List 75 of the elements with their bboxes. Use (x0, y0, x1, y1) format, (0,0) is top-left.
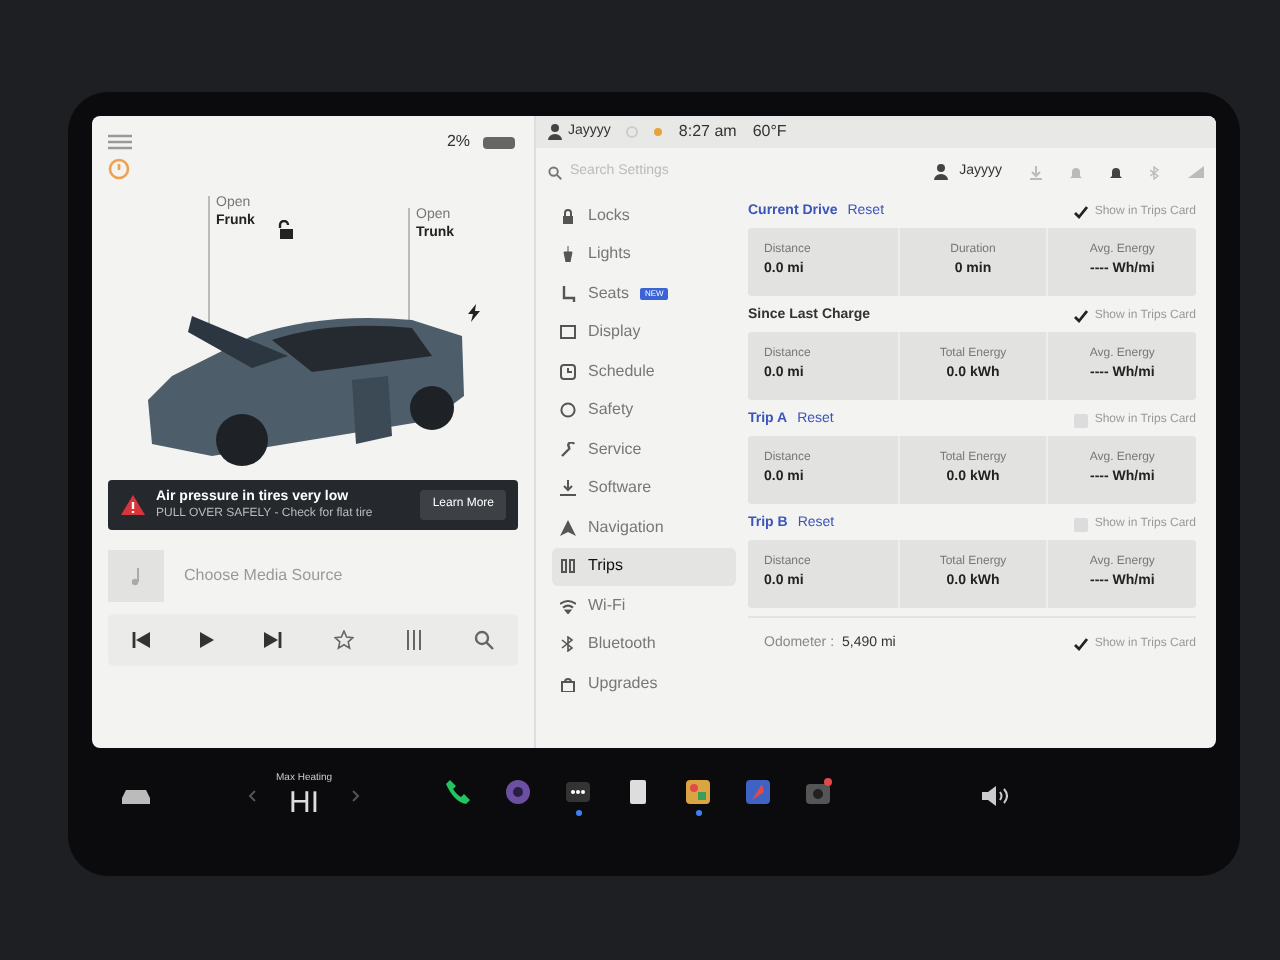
more-icon[interactable] (564, 777, 593, 805)
settings-menu-item[interactable]: Wi-Fi (552, 586, 736, 625)
settings-menu-item[interactable]: Service (552, 430, 736, 469)
warning-icon (120, 494, 146, 516)
menu-label: Bluetooth (588, 632, 656, 657)
settings-menu-item[interactable]: Display (552, 313, 736, 352)
charge-bolt-icon[interactable] (468, 304, 480, 322)
dashcam-icon[interactable] (804, 777, 833, 805)
seat-icon (560, 285, 576, 302)
clock-icon (560, 363, 576, 380)
menu-label: Lights (588, 242, 631, 267)
outside-temperature: 60°F (752, 120, 787, 144)
bell-icon[interactable] (1110, 165, 1122, 179)
volume-icon[interactable] (982, 786, 1008, 806)
battery-percent: 2% (446, 130, 470, 154)
media-source-label[interactable]: Choose Media Source (184, 564, 343, 588)
phone-icon[interactable] (444, 777, 473, 805)
toybox-icon[interactable] (684, 777, 713, 805)
map-icon[interactable] (744, 777, 773, 805)
menu-label: Navigation (588, 515, 664, 540)
search-icon (548, 165, 562, 179)
settings-menu-item[interactable]: Bluetooth (552, 625, 736, 664)
bluetooth-icon (560, 636, 576, 653)
star-icon[interactable] (333, 630, 354, 650)
status-indicator-icon (626, 126, 639, 138)
music-note-icon (130, 567, 142, 585)
settings-menu-item[interactable]: Navigation (552, 508, 736, 547)
equalizer-icon[interactable] (403, 630, 424, 650)
download-icon (560, 480, 576, 497)
climate-temperature[interactable]: HI (289, 787, 320, 820)
temp-down-chevron-icon[interactable] (248, 790, 256, 802)
lamp-icon (560, 246, 576, 263)
settings-menu-item[interactable]: Schedule (552, 352, 736, 391)
menu-label: Software (588, 476, 652, 501)
menu-label: Seats (588, 281, 629, 306)
menu-label: Service (588, 437, 642, 462)
trips-icon (560, 558, 576, 575)
next-track-icon[interactable] (264, 632, 283, 648)
menu-label: Upgrades (588, 671, 658, 696)
wifi-icon (560, 597, 576, 614)
menu-label: Safety (588, 398, 634, 423)
settings-menu-item[interactable]: Safety (552, 391, 736, 430)
unlocked-padlock-icon[interactable] (276, 220, 294, 240)
settings-menu-item[interactable]: Locks (552, 196, 736, 235)
menu-label: Wi-Fi (588, 593, 626, 618)
signal-icon (1188, 166, 1204, 178)
screen-icon (560, 324, 576, 341)
wrench-icon (560, 441, 576, 458)
settings-menu-item[interactable]: Upgrades (552, 664, 736, 703)
menu-label: Trips (588, 554, 623, 579)
checkbox[interactable] (1074, 205, 1089, 219)
circle-icon (560, 402, 576, 419)
settings-menu-item[interactable]: Software (552, 469, 736, 508)
clock-time: 8:27 am (678, 120, 737, 144)
settings-menu-item[interactable]: Lights (552, 235, 736, 274)
previous-track-icon[interactable] (132, 632, 150, 648)
lock-icon (560, 207, 576, 224)
menu-label: Locks (588, 203, 630, 228)
tire-warning-icon (108, 158, 130, 180)
play-icon[interactable] (200, 632, 215, 648)
camera-lens-icon[interactable] (504, 777, 533, 805)
user-icon (933, 164, 948, 180)
checkbox[interactable] (1074, 309, 1089, 323)
navigation-arrow-icon (560, 519, 576, 536)
battery-icon (482, 135, 518, 149)
menu-label: Display (588, 320, 641, 345)
menu-icon[interactable] (108, 134, 132, 150)
temp-up-chevron-icon[interactable] (352, 790, 361, 802)
user-icon (548, 124, 562, 140)
car-icon[interactable] (120, 787, 152, 805)
search-icon[interactable] (473, 630, 494, 650)
menu-label: Schedule (588, 359, 655, 384)
settings-menu-item[interactable]: Trips (552, 547, 736, 586)
shopping-bag-icon (560, 675, 576, 692)
checkbox[interactable] (1074, 637, 1089, 652)
